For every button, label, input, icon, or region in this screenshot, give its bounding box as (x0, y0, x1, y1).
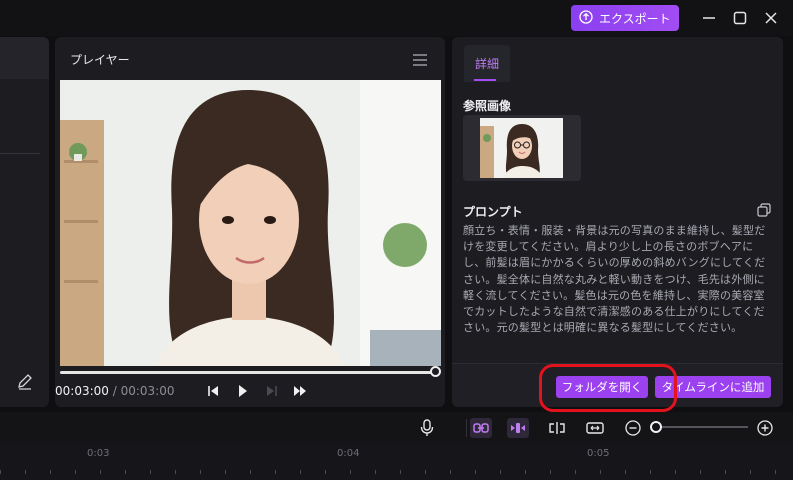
media-panel (0, 37, 49, 407)
export-button[interactable]: エクスポート (571, 5, 679, 31)
tab-active-indicator (474, 79, 496, 81)
export-icon (579, 9, 593, 27)
timeline-ruler[interactable] (0, 444, 793, 480)
split-icon[interactable] (546, 418, 568, 438)
microphone-icon[interactable] (416, 418, 438, 438)
play-icon[interactable] (236, 383, 250, 399)
reference-image[interactable] (463, 115, 581, 181)
ruler-tick (250, 470, 251, 474)
player-title: プレイヤー (70, 53, 130, 67)
seek-bar[interactable] (60, 371, 440, 374)
fast-forward-icon[interactable] (292, 383, 308, 399)
ruler-tick (175, 470, 176, 474)
minimize-icon[interactable] (699, 8, 719, 28)
ruler-tick (750, 470, 751, 474)
ruler-tick (425, 470, 426, 474)
ruler-tick (675, 470, 676, 474)
ruler-tick (475, 470, 476, 474)
reference-thumbnail (480, 118, 563, 178)
time-display: 00:03:00 / 00:03:00 (55, 384, 174, 398)
media-panel-divider (0, 153, 40, 154)
timeline-toolbar (0, 412, 793, 444)
ruler-tick (350, 470, 351, 474)
ruler-label: 0:05 (587, 448, 610, 459)
step-back-icon[interactable] (207, 383, 221, 399)
details-panel: 詳細 参照画像 プロンプト 顔立ち・表情・服装・背景は元の写真のまま維持し、髪型… (452, 37, 783, 407)
zoom-slider[interactable] (656, 426, 748, 428)
ruler-tick (450, 470, 451, 474)
media-panel-header (0, 37, 49, 79)
zoom-slider-handle[interactable] (650, 421, 662, 433)
ruler-tick (50, 470, 51, 474)
video-preview[interactable] (60, 80, 441, 366)
toolbar-divider (466, 419, 467, 437)
ruler-tick (25, 470, 26, 474)
ruler-tick (500, 470, 501, 474)
ruler-label: 0:04 (337, 448, 360, 459)
ruler-tick (75, 470, 76, 474)
ruler-tick (375, 470, 376, 474)
menu-icon[interactable] (413, 51, 427, 70)
ruler-tick (0, 470, 1, 474)
close-icon[interactable] (761, 8, 781, 28)
crop-icon[interactable] (0, 373, 4, 393)
maximize-icon[interactable] (730, 8, 750, 28)
current-time: 00:03:00 (55, 384, 109, 398)
link-icon[interactable] (470, 418, 492, 438)
zoom-out-icon[interactable] (622, 418, 644, 438)
ruler-tick (550, 470, 551, 474)
ruler-tick (625, 470, 626, 474)
ruler-tick (650, 470, 651, 474)
prompt-text: 顔立ち・表情・服装・背景は元の写真のまま維持し、髪型だけを変更してください。肩よ… (463, 224, 766, 335)
zoom-in-icon[interactable] (754, 418, 776, 438)
export-label: エクスポート (599, 11, 671, 26)
ruler-tick (225, 470, 226, 474)
ruler-tick (275, 470, 276, 474)
ruler-tick (700, 470, 701, 474)
ruler-tick (775, 470, 776, 474)
ruler-tick (400, 470, 401, 474)
magnet-snap-icon[interactable] (507, 418, 529, 438)
highlight-annotation (539, 364, 677, 412)
ruler-tick (150, 470, 151, 474)
ruler-tick (300, 470, 301, 474)
ruler-tick (200, 470, 201, 474)
ruler-tick (725, 470, 726, 474)
time-separator: / (108, 384, 121, 398)
tab-details[interactable]: 詳細 (464, 45, 510, 82)
step-forward-icon[interactable] (264, 383, 278, 399)
total-time: 00:03:00 (120, 384, 175, 398)
ruler-label: 0:03 (87, 448, 110, 459)
ruler-tick (325, 470, 326, 474)
edit-pen-icon[interactable] (16, 373, 34, 395)
seek-handle[interactable] (430, 366, 441, 377)
ruler-tick (600, 470, 601, 474)
ruler-tick (125, 470, 126, 474)
reference-image-label: 参照画像 (463, 99, 512, 113)
ruler-tick (525, 470, 526, 474)
ruler-tick (575, 470, 576, 474)
ruler-tick (100, 470, 101, 474)
player-panel: プレイヤー 00:03:00 / 00:03:00 (55, 37, 445, 407)
fit-width-icon[interactable] (584, 418, 606, 438)
prompt-label: プロンプト (463, 205, 523, 219)
copy-icon[interactable] (757, 202, 771, 221)
